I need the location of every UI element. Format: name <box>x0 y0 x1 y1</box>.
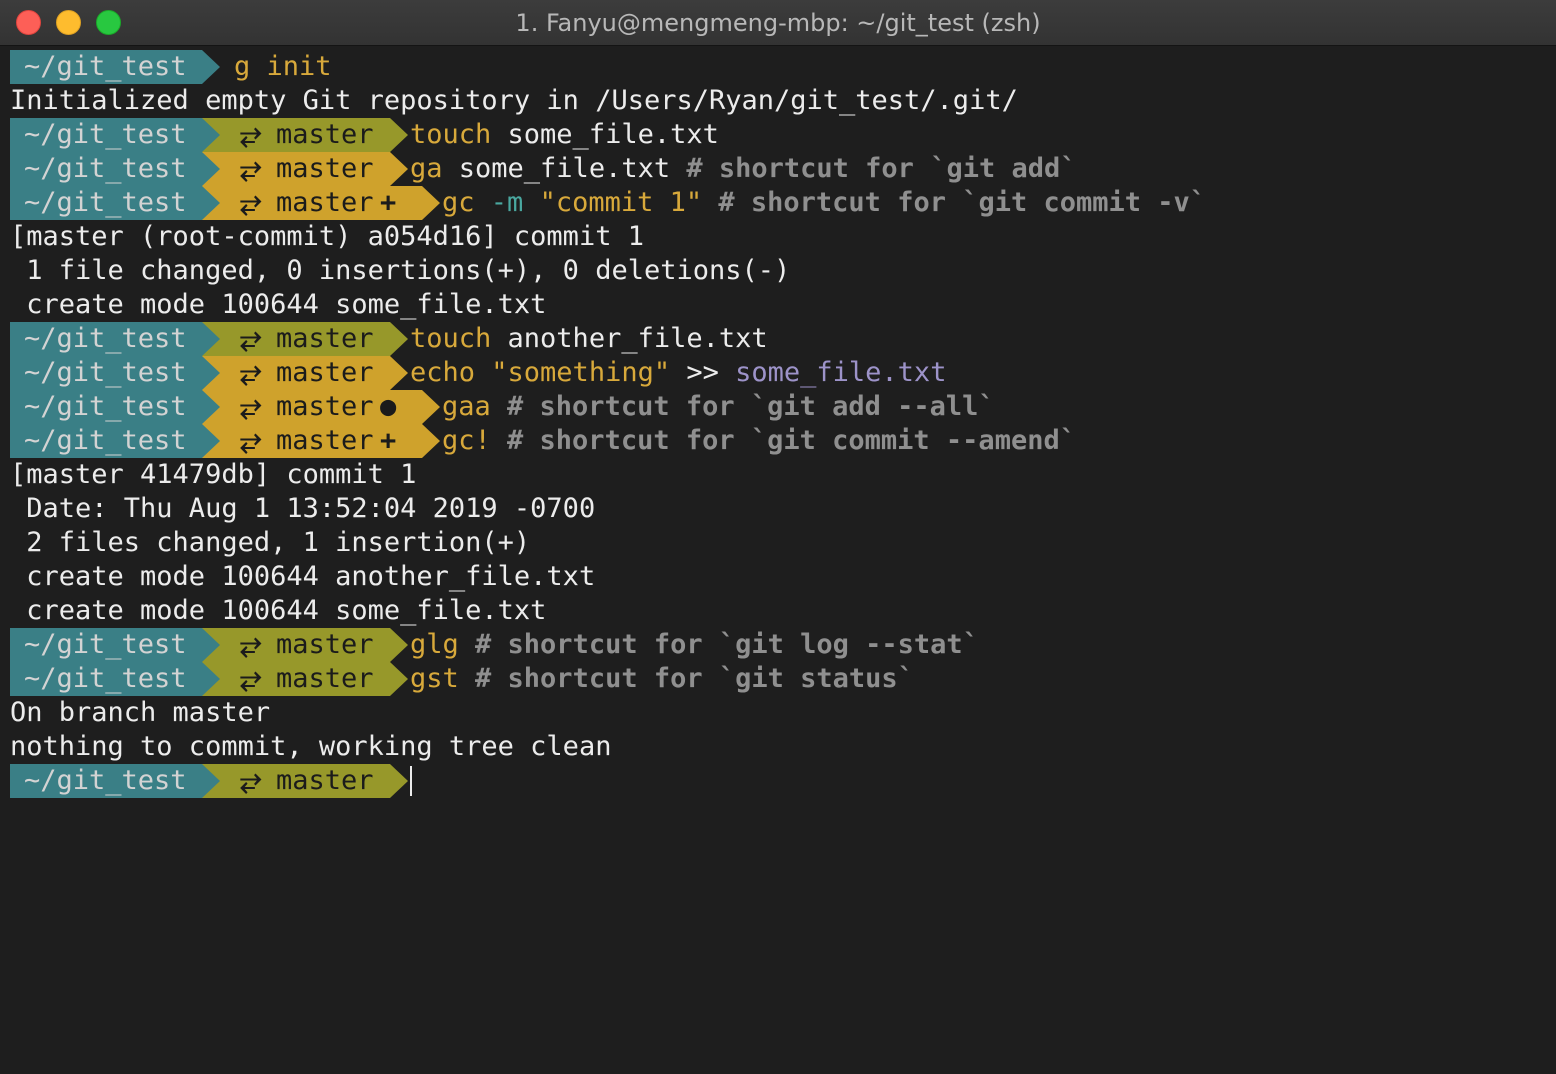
prompt-dir-segment: ~/git_test <box>10 152 220 186</box>
branch-icon: ⥂ <box>240 663 262 694</box>
branch-name: master <box>276 119 374 150</box>
branch-name: master <box>276 357 374 388</box>
prompt-line: ~/git_test ⥂ master <box>10 764 1556 798</box>
prompt-git-segment: ⥂ master ● <box>200 390 440 424</box>
prompt-dir-segment: ~/git_test <box>10 628 220 662</box>
prompt-git-segment: ⥂ master <box>200 662 408 696</box>
output-line: Initialized empty Git repository in /Use… <box>10 85 1018 116</box>
prompt-git-segment: ⥂ master <box>200 764 408 798</box>
prompt-git-segment: ⥂ master <box>200 322 408 356</box>
staged-symbol: + <box>380 187 397 218</box>
command-text: gc! # shortcut for `git commit --amend` <box>442 425 1076 456</box>
command-text: gst # shortcut for `git status` <box>410 663 914 694</box>
branch-icon: ⥂ <box>240 629 262 660</box>
prompt-line: ~/git_test ⥂ master touch another_file.t… <box>10 322 1556 356</box>
command-text: gc -m "commit 1" # shortcut for `git com… <box>442 187 1207 218</box>
branch-icon: ⥂ <box>240 357 262 388</box>
prompt-dir-segment: ~/git_test <box>10 662 220 696</box>
command-text: echo "something" >> some_file.txt <box>410 357 947 388</box>
command-text: gaa # shortcut for `git add --all` <box>442 391 995 422</box>
unstaged-symbol: ● <box>380 391 397 422</box>
branch-name: master <box>276 323 374 354</box>
prompt-git-segment: ⥂ master <box>200 152 408 186</box>
branch-icon: ⥂ <box>240 425 262 456</box>
output-line: 2 files changed, 1 insertion(+) <box>10 527 531 558</box>
prompt-line: ~/git_test ⥂ master gst # shortcut for `… <box>10 662 1556 696</box>
branch-name: master <box>276 187 374 218</box>
text-cursor[interactable] <box>410 766 412 796</box>
prompt-dir-segment: ~/git_test <box>10 424 220 458</box>
prompt-dir-segment: ~/git_test <box>10 764 220 798</box>
branch-name: master <box>276 425 374 456</box>
output-line: [master (root-commit) a054d16] commit 1 <box>10 221 644 252</box>
title-bar: 1. Fanyu@mengmeng-mbp: ~/git_test (zsh) <box>0 0 1556 46</box>
prompt-line: ~/git_test ⥂ master + gc! # shortcut for… <box>10 424 1556 458</box>
output-line: 1 file changed, 0 insertions(+), 0 delet… <box>10 255 791 286</box>
branch-icon: ⥂ <box>240 187 262 218</box>
prompt-line: ~/git_test ⥂ master touch some_file.txt <box>10 118 1556 152</box>
prompt-dir-segment: ~/git_test <box>10 118 220 152</box>
branch-name: master <box>276 663 374 694</box>
branch-name: master <box>276 765 374 796</box>
prompt-git-segment: ⥂ master <box>200 118 408 152</box>
output-line: [master 41479db] commit 1 <box>10 459 417 490</box>
output-line: nothing to commit, working tree clean <box>10 731 612 762</box>
prompt-line: ~/git_test ⥂ master + gc -m "commit 1" #… <box>10 186 1556 220</box>
prompt-line: ~/git_test g init <box>10 50 1556 84</box>
branch-name: master <box>276 153 374 184</box>
output-line: create mode 100644 some_file.txt <box>10 289 547 320</box>
branch-icon: ⥂ <box>240 391 262 422</box>
terminal-window: 1. Fanyu@mengmeng-mbp: ~/git_test (zsh) … <box>0 0 1556 1074</box>
command-text: ga some_file.txt # shortcut for `git add… <box>410 153 1077 184</box>
branch-name: master <box>276 629 374 660</box>
prompt-git-segment: ⥂ master <box>200 356 408 390</box>
branch-name: master <box>276 391 374 422</box>
branch-icon: ⥂ <box>240 119 262 150</box>
branch-icon: ⥂ <box>240 323 262 354</box>
command-text: touch another_file.txt <box>410 323 768 354</box>
prompt-dir-segment: ~/git_test <box>10 186 220 220</box>
command-text: touch some_file.txt <box>410 119 719 150</box>
output-line: Date: Thu Aug 1 13:52:04 2019 -0700 <box>10 493 596 524</box>
branch-icon: ⥂ <box>240 765 262 796</box>
command-text: g init <box>234 51 332 82</box>
prompt-git-segment: ⥂ master + <box>200 424 440 458</box>
output-line: create mode 100644 some_file.txt <box>10 595 547 626</box>
prompt-dir-segment: ~/git_test <box>10 50 220 84</box>
prompt-git-segment: ⥂ master <box>200 628 408 662</box>
prompt-git-segment: ⥂ master + <box>200 186 440 220</box>
output-line: create mode 100644 another_file.txt <box>10 561 596 592</box>
prompt-line: ~/git_test ⥂ master ● gaa # shortcut for… <box>10 390 1556 424</box>
window-title: 1. Fanyu@mengmeng-mbp: ~/git_test (zsh) <box>515 9 1041 37</box>
branch-icon: ⥂ <box>240 153 262 184</box>
staged-symbol: + <box>380 425 397 456</box>
prompt-line: ~/git_test ⥂ master glg # shortcut for `… <box>10 628 1556 662</box>
prompt-dir-segment: ~/git_test <box>10 356 220 390</box>
prompt-dir-segment: ~/git_test <box>10 322 220 356</box>
output-line: On branch master <box>10 697 271 728</box>
prompt-line: ~/git_test ⥂ master ga some_file.txt # s… <box>10 152 1556 186</box>
command-text: glg # shortcut for `git log --stat` <box>410 629 979 660</box>
prompt-dir-segment: ~/git_test <box>10 390 220 424</box>
terminal-content[interactable]: ~/git_test g init Initialized empty Git … <box>10 50 1556 1074</box>
prompt-line: ~/git_test ⥂ master echo "something" >> … <box>10 356 1556 390</box>
